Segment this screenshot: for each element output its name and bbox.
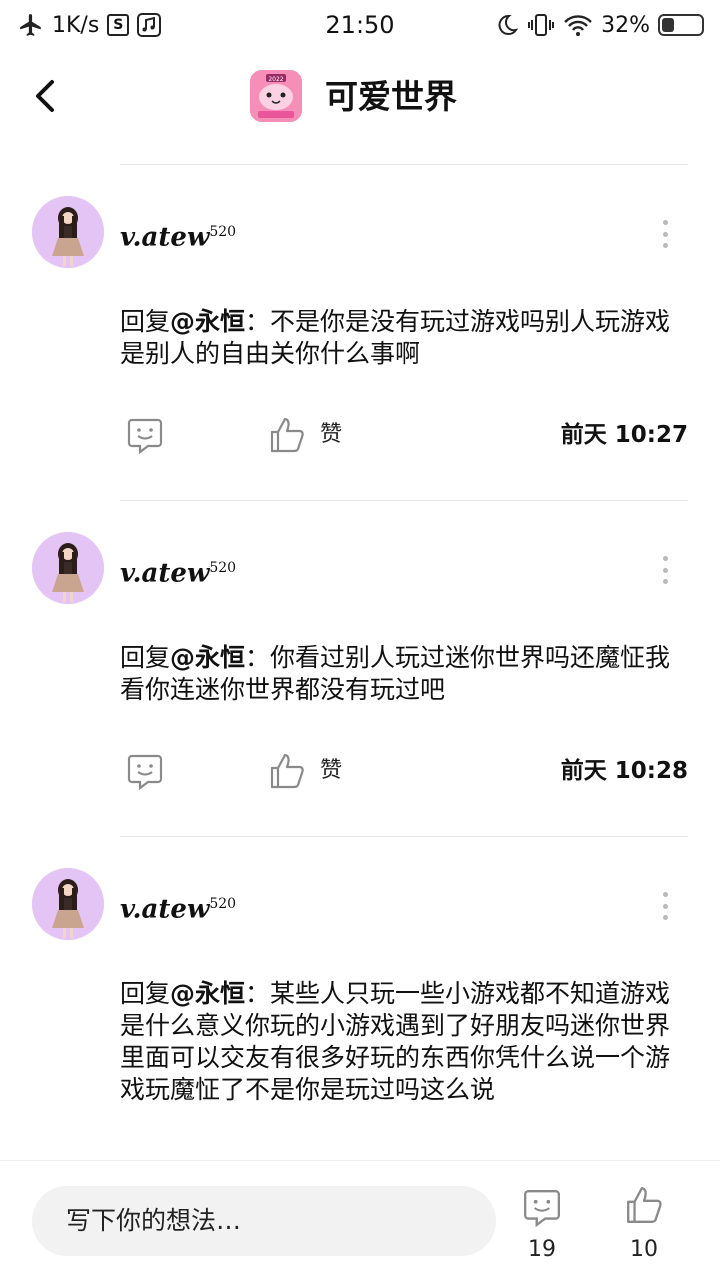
thumbs-up-icon[interactable] xyxy=(268,416,306,454)
username[interactable]: v.atew520 xyxy=(120,212,236,253)
mention-link[interactable]: @永恒 xyxy=(170,643,245,672)
like-button-label[interactable]: 赞 xyxy=(320,420,342,450)
avatar[interactable] xyxy=(32,532,104,604)
comment-text: 回复@永恒：某些人只玩一些小游戏都不知道游戏是什么意义你玩的小游戏遇到了好朋友吗… xyxy=(120,979,671,1104)
comment-time: 前天 10:28 xyxy=(560,758,688,784)
reply-icon[interactable] xyxy=(126,752,164,790)
app-logo[interactable]: 2022 xyxy=(250,70,302,122)
back-button[interactable] xyxy=(28,74,68,118)
comment-time: 前天 10:27 xyxy=(560,422,688,448)
divider xyxy=(120,500,688,501)
comment-input[interactable]: 写下你的想法… xyxy=(32,1186,496,1256)
mention-link[interactable]: @永恒 xyxy=(170,979,245,1008)
like-count: 10 xyxy=(630,1237,658,1262)
vibrate-icon xyxy=(528,14,555,36)
thumbs-up-icon[interactable] xyxy=(624,1185,664,1225)
comment-item: v.atew520 回复@永恒：不是你是没有玩过游戏吗别人玩游戏是别人的自由关你… xyxy=(0,196,720,456)
wifi-icon xyxy=(564,15,592,36)
thumbs-up-icon[interactable] xyxy=(268,752,306,790)
girl-avatar-icon xyxy=(32,532,104,604)
moon-icon xyxy=(498,14,519,35)
bottom-bar: 写下你的想法… 19 10 xyxy=(0,1160,720,1280)
username[interactable]: v.atew520 xyxy=(120,548,236,589)
action-row: 赞 前天 10:27 xyxy=(0,416,720,456)
app-icon-year: 2022 xyxy=(268,76,283,83)
comment-input-placeholder: 写下你的想法… xyxy=(66,1206,242,1235)
divider xyxy=(120,836,688,837)
page-title: 可爱世界 xyxy=(325,77,457,116)
girl-avatar-icon xyxy=(32,196,104,268)
chevron-left-icon xyxy=(36,80,54,112)
avatar[interactable] xyxy=(32,196,104,268)
mention-link[interactable]: @永恒 xyxy=(170,307,245,336)
reply-icon[interactable] xyxy=(126,416,164,454)
more-options-icon[interactable] xyxy=(655,892,675,920)
battery-percent: 32% xyxy=(601,12,650,38)
comment-item: v.atew520 回复@永恒：你看过别人玩过迷你世界吗还魔怔我看你连迷你世界都… xyxy=(0,532,720,792)
avatar[interactable] xyxy=(32,868,104,940)
girl-avatar-icon xyxy=(32,868,104,940)
comment-item: v.atew520 回复@永恒：某些人只玩一些小游戏都不知道游戏是什么意义你玩的… xyxy=(0,868,720,1158)
more-options-icon[interactable] xyxy=(655,220,675,248)
like-button-label[interactable]: 赞 xyxy=(320,756,342,786)
cute-face-icon: 2022 xyxy=(250,70,302,122)
top-bar: 2022 可爱世界 xyxy=(0,60,720,136)
more-options-icon[interactable] xyxy=(655,556,675,584)
action-row: 赞 前天 10:28 xyxy=(0,752,720,792)
comment-count: 19 xyxy=(528,1237,556,1262)
divider xyxy=(120,164,688,165)
comment-text: 回复@永恒：不是你是没有玩过游戏吗别人玩游戏是别人的自由关你什么事啊 xyxy=(120,307,671,368)
status-bar: 1K/s S 21:50 32% xyxy=(0,0,720,50)
battery-icon xyxy=(658,14,704,36)
username[interactable]: v.atew520 xyxy=(120,884,236,925)
comment-text: 回复@永恒：你看过别人玩过迷你世界吗还魔怔我看你连迷你世界都没有玩过吧 xyxy=(120,643,671,704)
comments-icon[interactable] xyxy=(522,1187,562,1227)
